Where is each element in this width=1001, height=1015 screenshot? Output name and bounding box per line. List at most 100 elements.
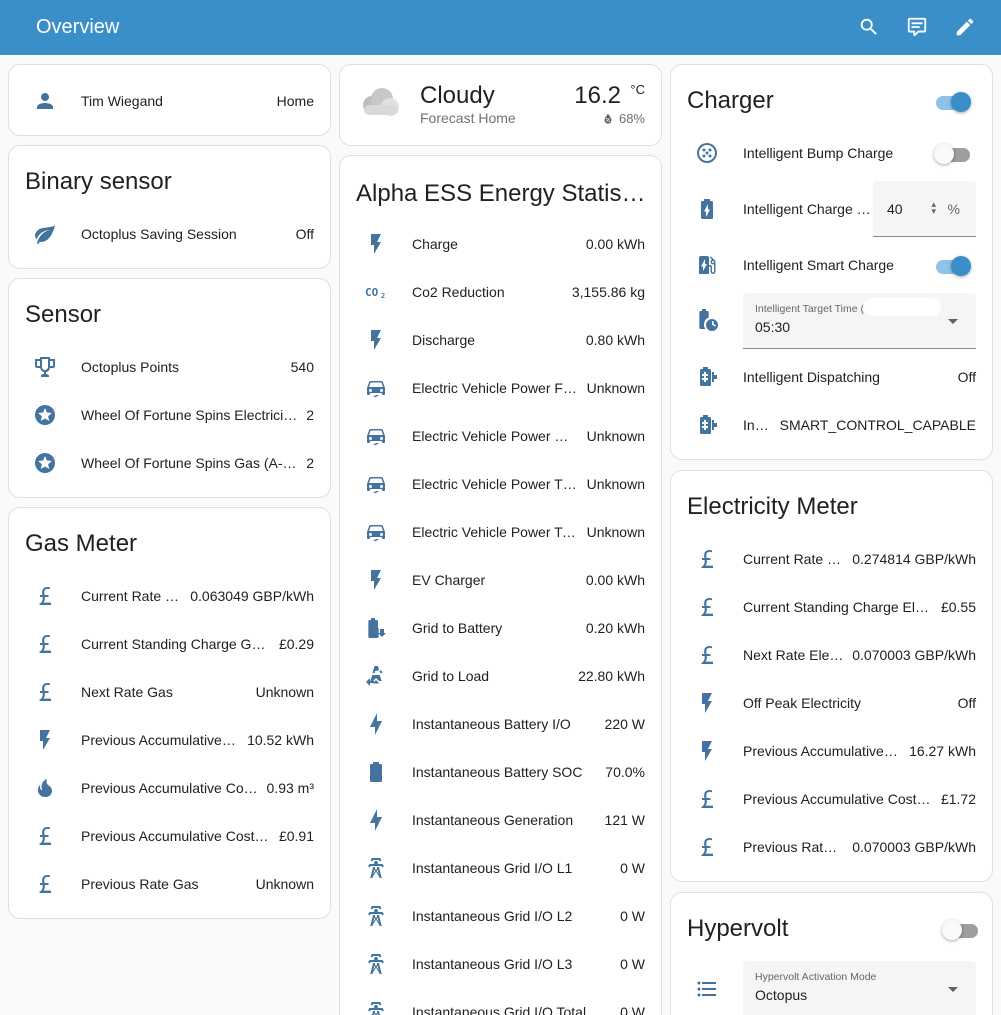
charger-toggle[interactable]: [934, 91, 971, 112]
currency-gbp-icon: [25, 816, 65, 856]
entity-state: 0 W: [620, 956, 645, 972]
weather-card[interactable]: Cloudy Forecast Home 16.2 °C 68%: [339, 64, 662, 146]
column-1: Tim Wiegand Home Binary sensor Octoplus …: [8, 64, 331, 919]
chevron-down-icon: [948, 319, 958, 324]
entity-row[interactable]: Hypervolt Activation Mode Octopus: [687, 961, 976, 1015]
entity-name: Instantaneous Generation: [412, 812, 574, 828]
entity-row[interactable]: Electric Vehicle Power Four Unknown: [356, 364, 645, 412]
entity-row[interactable]: CO 2 Co2 Reduction 3,155.86 kg: [356, 268, 645, 316]
entity-name: Previous Rate Gas: [81, 876, 199, 892]
card-title: Binary sensor: [25, 168, 172, 195]
entity-name: Previous Rate Electricity: [743, 839, 845, 855]
entity-state: 121 W: [604, 812, 645, 828]
entity-row[interactable]: Previous Rate Electricity 0.070003 GBP/kW…: [687, 823, 976, 871]
entity-row[interactable]: Instantaneous Grid I/O L1 0 W: [356, 844, 645, 892]
card-title: Hypervolt: [687, 915, 789, 942]
entity-name: Electric Vehicle Power Three: [412, 476, 579, 492]
entity-name: Electric Vehicle Power Four: [412, 380, 579, 396]
co2-icon: CO 2: [356, 272, 396, 312]
entity-row[interactable]: Previous Rate Gas Unknown: [25, 860, 314, 908]
search-icon[interactable]: [857, 15, 881, 39]
entity-row[interactable]: Discharge 0.80 kWh: [356, 316, 645, 364]
page-title: Overview: [36, 16, 120, 38]
star-circle-icon: [25, 395, 65, 435]
entity-row[interactable]: Intelligent State SMART_CONTROL_CAPABLE: [687, 401, 976, 449]
currency-gbp-icon: [25, 864, 65, 904]
assist-chat-icon[interactable]: [905, 15, 929, 39]
star-circle-icon: [25, 443, 65, 483]
entity-row[interactable]: Instantaneous Grid I/O L2 0 W: [356, 892, 645, 940]
entity-row[interactable]: Instantaneous Generation 121 W: [356, 796, 645, 844]
weather-humidity: 68%: [601, 111, 645, 126]
entity-state: Off: [957, 695, 976, 711]
entity-row[interactable]: Intelligent Target Time ( 05:30: [687, 289, 976, 353]
svg-text:2: 2: [381, 292, 385, 300]
transmission-tower-icon: [356, 848, 396, 888]
chevron-down-icon: [948, 987, 958, 992]
entity-row[interactable]: Instantaneous Grid I/O L3 0 W: [356, 940, 645, 988]
entity-row[interactable]: Intelligent Charge Limit 40 ▴ ▾ %: [687, 177, 976, 241]
entity-row[interactable]: Off Peak Electricity Off: [687, 679, 976, 727]
entity-name: Previous Accumulative Cost Gas: [81, 828, 271, 844]
entity-row[interactable]: Current Standing Charge Gas (A-9… £0.29: [25, 620, 314, 668]
entity-row[interactable]: Charge 0.00 kWh: [356, 220, 645, 268]
entity-name: Instantaneous Grid I/O L3: [412, 956, 573, 972]
entity-name: Previous Accumulative Consumption Electr…: [743, 743, 901, 759]
top-app-bar: Overview: [0, 0, 1001, 55]
entity-row[interactable]: Next Rate Electricity 0.070003 GBP/kWh: [687, 631, 976, 679]
entity-row[interactable]: Current Standing Charge Electricity £0.55: [687, 583, 976, 631]
entity-row[interactable]: Instantaneous Battery I/O 220 W: [356, 700, 645, 748]
entity-row[interactable]: Grid to Battery 0.20 kWh: [356, 604, 645, 652]
entity-row[interactable]: Previous Accumulative Consumption Gas 10.…: [25, 716, 314, 764]
select-label: Hypervolt Activation Mode: [755, 971, 877, 983]
entity-name: Current Standing Charge Gas (A-9…: [81, 636, 271, 652]
entity-row[interactable]: Octoplus Points 540: [25, 343, 314, 391]
entity-row[interactable]: Electric Vehicle Power Three Unknown: [356, 460, 645, 508]
entity-state: 220 W: [604, 716, 645, 732]
person-card: Tim Wiegand Home: [8, 64, 331, 136]
charge-limit-input[interactable]: 40 ▴ ▾ %: [873, 181, 976, 237]
entity-row[interactable]: Electric Vehicle Power One Unknown: [356, 412, 645, 460]
electricity-meter-card: Electricity Meter Current Rate Electrici…: [670, 470, 993, 882]
bump-charge-toggle[interactable]: [934, 143, 970, 164]
leaf-icon: [25, 214, 65, 254]
humidity-value: 68%: [618, 111, 645, 126]
entity-row[interactable]: Next Rate Gas Unknown: [25, 668, 314, 716]
entity-row[interactable]: Instantaneous Grid I/O Total 0 W: [356, 988, 645, 1015]
entity-list: Current Rate Electricity 0.274814 GBP/kWh…: [687, 535, 976, 871]
entity-row[interactable]: Electric Vehicle Power Two Unknown: [356, 508, 645, 556]
transmission-tower-export-icon: [356, 656, 396, 696]
hypervolt-toggle[interactable]: [942, 919, 978, 940]
entity-row[interactable]: Wheel Of Fortune Spins Electricity (A-9……: [25, 391, 314, 439]
entity-row[interactable]: Current Rate Electricity 0.274814 GBP/kWh: [687, 535, 976, 583]
entity-row[interactable]: Previous Accumulative Cost Electricity £1…: [687, 775, 976, 823]
transmission-tower-icon: [356, 992, 396, 1015]
entity-row[interactable]: Previous Accumulative Consumption Gas m3…: [25, 764, 314, 812]
entity-row[interactable]: EV Charger 0.00 kWh: [356, 556, 645, 604]
entity-row[interactable]: Instantaneous Battery SOC 70.0%: [356, 748, 645, 796]
entity-row[interactable]: Octoplus Saving Session Off: [25, 210, 314, 258]
entity-row[interactable]: Intelligent Smart Charge: [687, 241, 976, 289]
entity-state: 0.93 m³: [266, 780, 314, 796]
entity-name: Next Rate Gas: [81, 684, 173, 700]
power-plug-battery-icon: [687, 357, 727, 397]
entity-row[interactable]: Previous Accumulative Cost Gas £0.91: [25, 812, 314, 860]
target-time-select[interactable]: Intelligent Target Time ( 05:30: [743, 293, 976, 349]
flash-icon: [356, 560, 396, 600]
smart-charge-toggle[interactable]: [934, 255, 971, 276]
person-row[interactable]: Tim Wiegand Home: [25, 77, 314, 125]
edit-pencil-icon[interactable]: [953, 15, 977, 39]
spinner-icon[interactable]: ▴ ▾: [931, 200, 936, 216]
entity-name: Instantaneous Battery I/O: [412, 716, 571, 732]
entity-row[interactable]: Current Rate Gas 0.063049 GBP/kWh: [25, 572, 314, 620]
entity-row[interactable]: Intelligent Bump Charge: [687, 129, 976, 177]
tooltip-overlay: [863, 298, 941, 316]
entity-row[interactable]: Intelligent Dispatching Off: [687, 353, 976, 401]
entity-name: Intelligent Dispatching: [743, 369, 880, 385]
entity-state: 0.070003 GBP/kWh: [852, 647, 976, 663]
entity-row[interactable]: Grid to Load 22.80 kWh: [356, 652, 645, 700]
activation-mode-select[interactable]: Hypervolt Activation Mode Octopus: [743, 961, 976, 1015]
power-plug-battery-icon: [687, 405, 727, 445]
entity-row[interactable]: Wheel Of Fortune Spins Gas (A-9… 2: [25, 439, 314, 487]
entity-row[interactable]: Previous Accumulative Consumption Electr…: [687, 727, 976, 775]
